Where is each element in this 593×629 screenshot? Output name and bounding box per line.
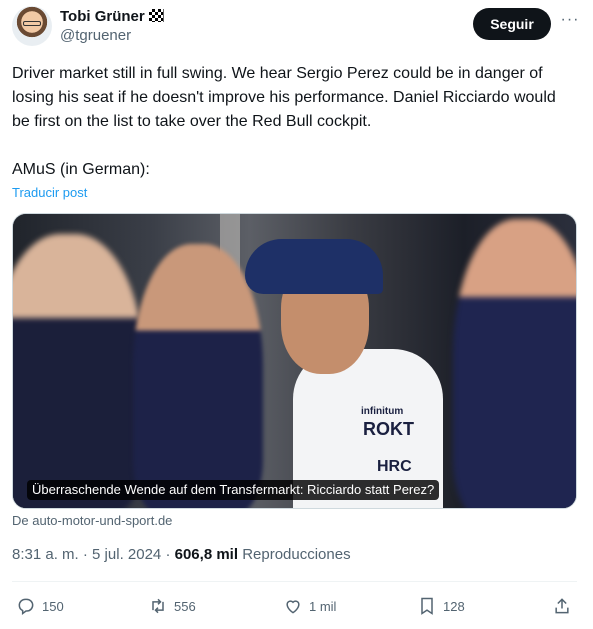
glasses-shape <box>23 21 41 26</box>
sponsor-hrc: HRC <box>377 458 412 475</box>
tweet-meta: 8:31 a. m. · 5 jul. 2024 · 606,8 mil Rep… <box>12 545 351 565</box>
avatar[interactable] <box>12 6 52 46</box>
person-mid <box>133 244 263 508</box>
like-icon <box>286 600 300 614</box>
retweet-button[interactable]: 556 <box>148 593 196 619</box>
person-right <box>453 219 576 508</box>
views-label: Reproducciones <box>242 546 351 563</box>
media-caption: Überraschende Wende auf dem Transfermark… <box>27 480 440 500</box>
share-button[interactable] <box>552 593 578 619</box>
handle[interactable]: @tgruener <box>60 26 164 46</box>
retweet-count: 556 <box>174 598 196 614</box>
views-count: 606,8 mil <box>174 546 239 563</box>
divider <box>12 581 577 582</box>
like-button[interactable]: 1 mil <box>283 593 336 619</box>
media-card[interactable]: infinitum ROKT HRC Überraschende Wende a… <box>12 213 577 509</box>
person-left <box>13 234 143 508</box>
sponsor-infinitum: infinitum <box>361 406 404 417</box>
meta-separator: · <box>78 546 93 563</box>
action-bar: 150 556 1 mil 128 <box>12 593 577 619</box>
sponsor-rokt: ROKT <box>363 419 414 439</box>
tweet-text: Driver market still in full swing. We he… <box>12 62 577 134</box>
meta-separator-2: · <box>161 546 175 563</box>
checkered-flag-icon <box>148 9 164 22</box>
bookmark-icon <box>421 597 433 615</box>
tweet-time[interactable]: 8:31 a. m. <box>12 546 79 563</box>
tweet-header: Tobi Grüner @tgruener Seguir ··· <box>12 6 581 50</box>
translate-link[interactable]: Traducir post <box>12 185 87 200</box>
like-count: 1 mil <box>309 598 337 614</box>
author-block: Tobi Grüner @tgruener <box>60 8 164 46</box>
more-icon[interactable]: ··· <box>560 12 580 31</box>
source-line: AMuS (in German): <box>12 161 150 178</box>
driver-cap <box>245 239 383 294</box>
link-domain[interactable]: De auto-motor-und-sport.de <box>12 513 172 528</box>
tweet-date[interactable]: 5 jul. 2024 <box>92 546 161 563</box>
tweet-body: Driver market still in full swing. We he… <box>12 65 556 130</box>
bookmark-count: 128 <box>443 598 465 614</box>
reply-count: 150 <box>42 598 64 614</box>
display-name[interactable]: Tobi Grüner <box>60 8 145 26</box>
follow-button[interactable]: Seguir <box>473 8 551 40</box>
share-icon <box>555 598 569 614</box>
reply-icon <box>18 598 34 615</box>
retweet-icon <box>152 598 164 614</box>
reply-button[interactable]: 150 <box>16 593 64 619</box>
bookmark-button[interactable]: 128 <box>417 593 465 619</box>
